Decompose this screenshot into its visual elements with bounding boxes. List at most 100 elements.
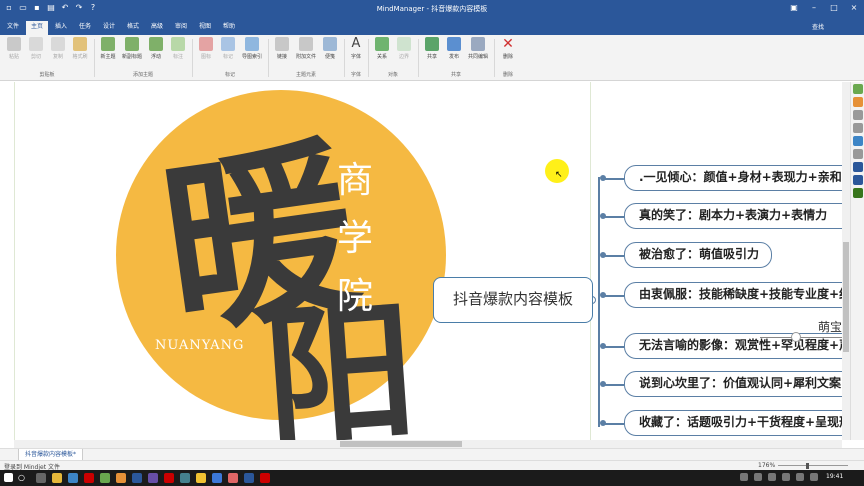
index-icon[interactable] xyxy=(852,136,863,146)
network-icon[interactable] xyxy=(768,473,776,481)
tab-help[interactable]: 帮助 xyxy=(218,21,240,35)
app-icon[interactable] xyxy=(180,473,190,483)
boundary-button[interactable]: 边界 xyxy=(392,37,416,69)
word-icon[interactable] xyxy=(852,175,863,185)
tab-home[interactable]: 主页 xyxy=(26,21,48,35)
notes-button[interactable]: 便笺 xyxy=(318,37,342,69)
paste-icon xyxy=(7,37,21,51)
branch-dot[interactable] xyxy=(600,292,606,298)
close-icon[interactable]: × xyxy=(848,2,860,14)
map-canvas[interactable]: 暖 阳 商学院 NUANYANG 抖音爆款内容模板 .一见倾心：颜值+身材+表现… xyxy=(0,82,842,440)
app-icon[interactable] xyxy=(100,473,110,483)
branch-dot[interactable] xyxy=(600,381,606,387)
minimize-icon[interactable]: – xyxy=(808,2,820,14)
tab-task[interactable]: 任务 xyxy=(74,21,96,35)
tray-icon[interactable] xyxy=(810,473,818,481)
tray-icon[interactable] xyxy=(740,473,748,481)
tab-insert[interactable]: 插入 xyxy=(50,21,72,35)
vertical-scroll-thumb[interactable] xyxy=(843,242,849,352)
app-icon[interactable] xyxy=(228,473,238,483)
central-topic[interactable]: 抖音爆款内容模板 xyxy=(433,277,593,323)
excel-icon[interactable] xyxy=(852,188,863,198)
group-objects: 对象 xyxy=(387,72,398,78)
new-subtopic-button[interactable]: 新副标题 xyxy=(120,37,144,69)
markers-icon[interactable] xyxy=(852,110,863,120)
cut-button[interactable]: 剪切 xyxy=(24,37,48,69)
find-button[interactable]: 查找 xyxy=(812,22,824,31)
app-icon[interactable] xyxy=(84,473,94,483)
new-topic-button[interactable]: 新主题 xyxy=(96,37,120,69)
subtopic[interactable]: 萌宝 xyxy=(818,318,842,335)
tab-file[interactable]: 文件 xyxy=(2,21,24,35)
icons-button[interactable]: 图标 xyxy=(194,37,218,69)
input-method-icon[interactable] xyxy=(796,473,804,481)
delete-button[interactable]: ✕ 删除 xyxy=(496,37,520,69)
app-icon[interactable] xyxy=(132,473,142,483)
app-icon[interactable] xyxy=(164,473,174,483)
search-icon[interactable]: ○ xyxy=(18,473,28,483)
share-button[interactable]: 共享 xyxy=(420,37,444,69)
horizontal-scrollbar[interactable] xyxy=(14,440,842,448)
branch-topic[interactable]: 真的笑了：剧本力+表演力+表情力 xyxy=(624,203,842,229)
link-button[interactable]: 链接 xyxy=(270,37,294,69)
map-index-button[interactable]: 导图索引 xyxy=(240,37,264,69)
icons-label: 图标 xyxy=(200,54,211,60)
start-icon[interactable] xyxy=(4,473,13,482)
format-icon[interactable] xyxy=(852,123,863,133)
tab-format[interactable]: 格式 xyxy=(122,21,144,35)
vertical-scrollbar[interactable] xyxy=(842,82,850,440)
subtopic-link xyxy=(760,337,842,338)
branch-dot[interactable] xyxy=(600,343,606,349)
paste-button[interactable]: 粘贴 xyxy=(2,37,26,69)
app-icon[interactable] xyxy=(196,473,206,483)
branch-topic[interactable]: 收藏了：话题吸引力+干货程度+呈现形 xyxy=(624,410,842,436)
tab-review[interactable]: 审阅 xyxy=(170,21,192,35)
maximize-icon[interactable]: □ xyxy=(828,2,840,14)
format-painter-button[interactable]: 格式刷 xyxy=(68,37,92,69)
search-icon[interactable] xyxy=(852,149,863,159)
file-explorer-icon[interactable] xyxy=(52,473,62,483)
map-index-label: 导图索引 xyxy=(241,54,262,60)
branch-dot[interactable] xyxy=(600,213,606,219)
app-icon[interactable] xyxy=(68,473,78,483)
publish-button[interactable]: 发布 xyxy=(442,37,466,69)
floating-topic-button[interactable]: 浮动 xyxy=(144,37,168,69)
subtopic-collapse-dot[interactable] xyxy=(791,332,801,342)
branch-topic[interactable]: .一见倾心：颜值+身材+表现力+亲和力 xyxy=(624,165,842,191)
relationship-button[interactable]: 关系 xyxy=(370,37,394,69)
app-icon[interactable] xyxy=(116,473,126,483)
tab-advanced[interactable]: 高级 xyxy=(146,21,168,35)
callout-button[interactable]: 标注 xyxy=(166,37,190,69)
app-icon[interactable] xyxy=(260,473,270,483)
app-icon[interactable] xyxy=(212,473,222,483)
mindmanager-taskbar-icon[interactable] xyxy=(244,473,254,483)
tags-button[interactable]: 标记 xyxy=(216,37,240,69)
ribbon-options-icon[interactable]: ▣ xyxy=(788,2,800,14)
app-icon[interactable] xyxy=(148,473,158,483)
tab-design[interactable]: 设计 xyxy=(98,21,120,35)
branch-dot[interactable] xyxy=(600,175,606,181)
font-button[interactable]: A 字体 xyxy=(344,37,368,69)
branch-dot[interactable] xyxy=(600,420,606,426)
zoom-slider-knob[interactable] xyxy=(806,463,809,469)
tag-icon xyxy=(221,37,235,51)
map-parts-icon[interactable] xyxy=(852,84,863,94)
tray-icon[interactable] xyxy=(754,473,762,481)
zoom-slider[interactable] xyxy=(778,465,848,466)
taskbar-clock[interactable]: 19:41 xyxy=(826,473,843,480)
horizontal-scroll-thumb[interactable] xyxy=(340,441,462,447)
branch-link xyxy=(603,346,624,348)
outlook-icon[interactable] xyxy=(852,162,863,172)
branch-topic[interactable]: 由衷佩服：技能稀缺度+技能专业度+结 xyxy=(624,282,842,308)
attach-file-button[interactable]: 附加文件 xyxy=(294,37,318,69)
tab-view[interactable]: 视图 xyxy=(194,21,216,35)
share-icon xyxy=(425,37,439,51)
task-view-icon[interactable] xyxy=(36,473,46,483)
co-edit-button[interactable]: 共同编辑 xyxy=(466,37,490,69)
branch-topic[interactable]: 被治愈了：萌值吸引力 xyxy=(624,242,772,268)
branch-dot[interactable] xyxy=(600,252,606,258)
volume-icon[interactable] xyxy=(782,473,790,481)
copy-button[interactable]: 复制 xyxy=(46,37,70,69)
branch-topic[interactable]: 说到心坎里了：价值观认同+犀利文案+ xyxy=(624,371,842,397)
library-icon[interactable] xyxy=(852,97,863,107)
